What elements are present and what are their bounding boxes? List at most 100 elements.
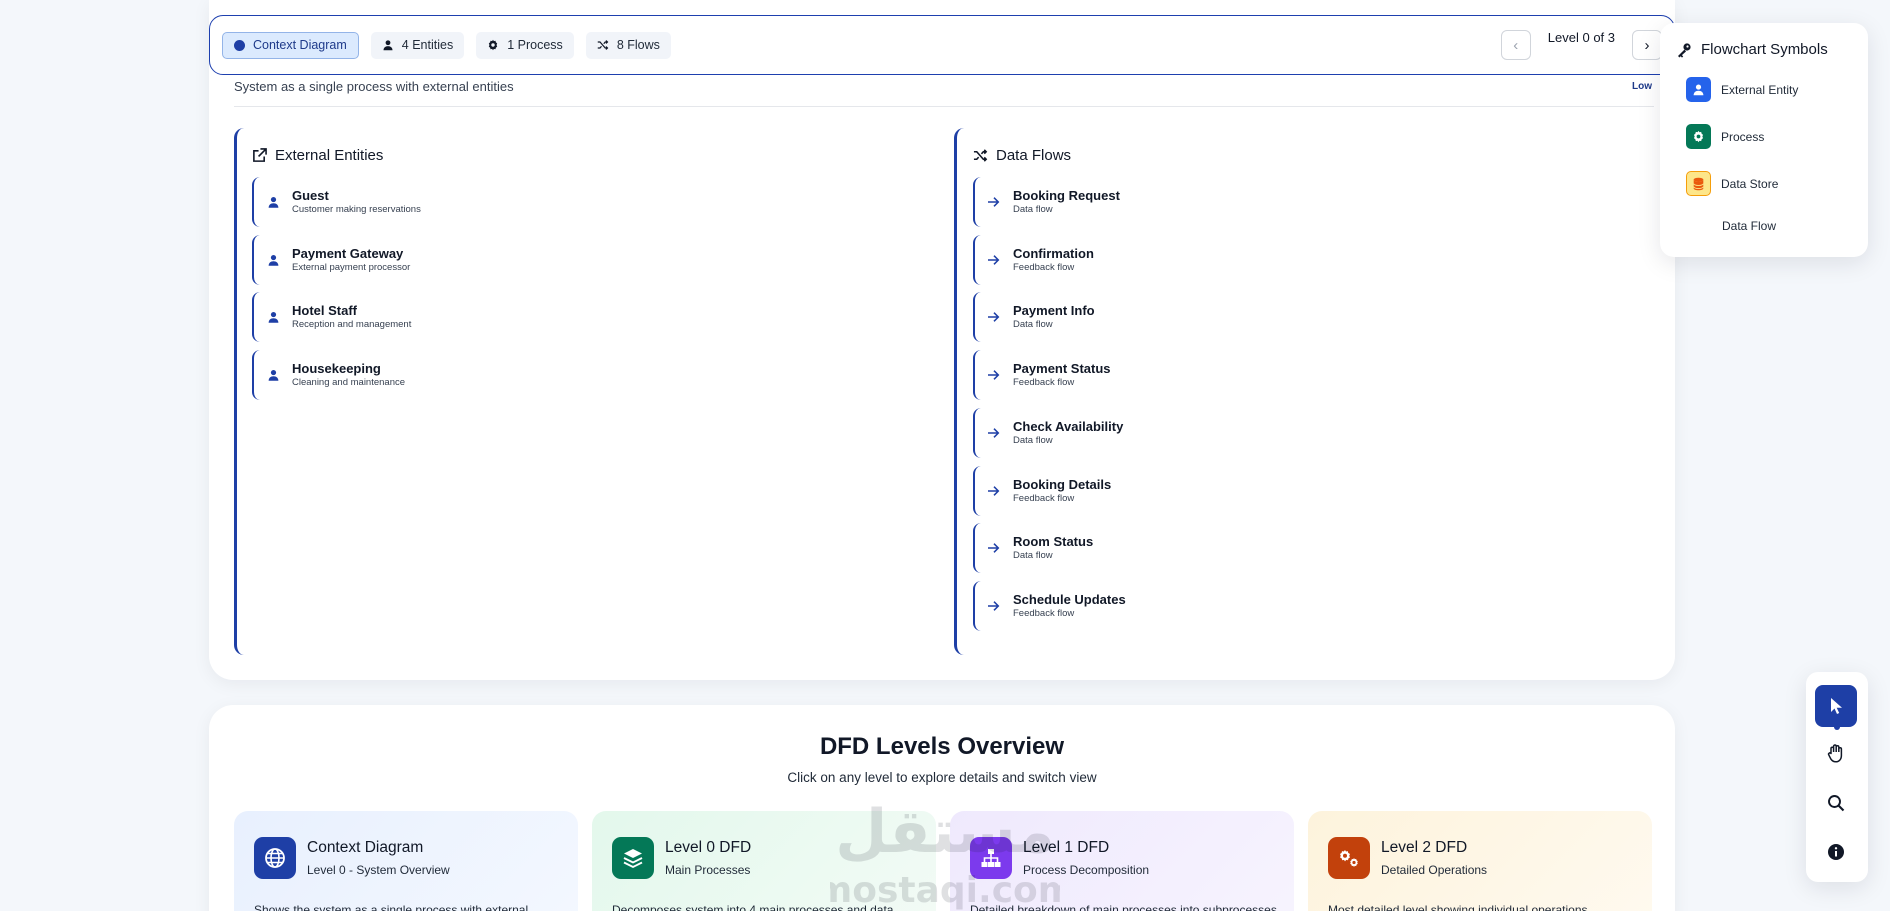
item-title: Hotel Staff [292,303,357,319]
gear-icon [1686,124,1711,149]
gear-icon [489,39,498,51]
entity-item[interactable]: Payment Gateway External payment processo… [252,234,892,285]
item-description: Data flow [1013,204,1053,215]
search-icon [1828,795,1845,812]
diagram-subtitle: System as a single process with external… [234,79,514,94]
level-subtitle: Detailed Operations [1381,863,1488,877]
item-description: Feedback flow [1013,607,1075,619]
entities-count-chip[interactable]: 4 Entities [370,31,465,59]
dot-icon [234,39,245,51]
info-tool-button[interactable] [1815,831,1857,873]
entity-item[interactable]: Housekeeping Cleaning and maintenance [252,350,892,401]
user-icon [266,368,280,382]
item-description: Feedback flow [1013,377,1075,389]
arrow-right-icon [987,310,1001,324]
layers-icon [612,837,654,879]
flow-item[interactable]: Schedule Updates Feedback flow [973,580,1613,631]
database-icon [1686,171,1711,196]
user-icon [266,310,280,324]
flow-item[interactable]: Room Status Data flow [973,523,1613,574]
flow-item[interactable]: Payment Status Feedback flow [973,350,1613,401]
zoom-tool-button[interactable] [1815,782,1857,824]
flow-item[interactable]: Confirmation Feedback flow [973,234,1613,285]
legend-item-data-flow: Data Flow [1722,219,1776,233]
level-name: Level 2 DFD [1381,839,1468,856]
legend-title: Flowchart Symbols [1701,41,1828,58]
item-description: Customer making reservations [292,204,421,215]
previous-level-button[interactable]: ‹ [1500,30,1531,60]
select-tool-button[interactable] [1815,685,1857,727]
legend-heading: Flowchart Symbols [1676,41,1828,58]
legend-label: Data Store [1721,176,1779,191]
active-indicator [1834,724,1840,730]
item-title: Booking Details [1013,476,1112,492]
chevron-right-icon: › [1644,36,1650,54]
arrow-right-icon [987,195,1001,209]
item-description: Data flow [1013,434,1053,446]
flow-item[interactable]: Booking Details Feedback flow [973,465,1613,516]
entity-item[interactable]: Hotel Staff Reception and management [252,292,892,343]
canvas-tools [1806,672,1868,882]
level-description: Shows the system as a single process wit… [254,903,529,911]
mostaql-watermark-logo: مستقل mostaqi.com [830,797,1060,910]
overview-title: DFD Levels Overview [819,733,1065,760]
legend-label: External Entity [1721,82,1799,97]
flow-item[interactable]: Check Availability Data flow [973,407,1613,458]
arrow-right-icon [987,368,1001,382]
flows-count-chip[interactable]: 8 Flows [585,31,671,59]
level-card-level-2[interactable]: Level 2 DFD Detailed Operations Most det… [1308,811,1652,911]
external-link-icon [253,148,267,162]
process-count-chip[interactable]: 1 Process [476,31,574,59]
legend-label: Data Flow [1722,219,1777,233]
svg-text:mostaqi.com: mostaqi.com [830,870,1060,910]
level-indicator: Level 0 of 3 [1547,29,1615,45]
level-card-context-diagram[interactable]: Context Diagram Level 0 - System Overvie… [234,811,578,911]
item-title: Guest [292,188,329,203]
pan-tool-button[interactable] [1815,732,1857,774]
info-icon [1828,844,1844,860]
level-toolbar: Context Diagram 4 Entities 1 Process 8 F… [209,15,1675,75]
overview-subtitle: Click on any level to explore details an… [787,770,1097,785]
item-title: Payment Gateway [292,245,404,261]
chip-label: Context Diagram [253,38,347,52]
item-description: Feedback flow [1013,261,1075,273]
user-icon [266,195,280,209]
item-description: Data flow [1013,319,1053,331]
user-icon [1686,77,1711,102]
item-title: Confirmation [1013,245,1094,261]
flow-item[interactable]: Booking Request Data flow [973,177,1613,227]
item-description: Reception and management [292,319,412,331]
legend-item-process: Process [1686,124,1764,149]
divider [234,106,1654,107]
flows-heading: Data Flows [973,147,1071,164]
key-icon [1678,42,1691,58]
legend-label: Process [1721,129,1765,144]
arrow-right-icon [987,253,1001,267]
item-description: External payment processor [292,261,411,273]
entity-item[interactable]: Guest Customer making reservations [252,177,892,227]
flow-item[interactable]: Payment Info Data flow [973,292,1613,343]
level-subtitle: Main Processes [665,863,751,877]
level-subtitle: Level 0 - System Overview [307,863,450,877]
legend-item-data-store: Data Store [1686,171,1778,196]
item-description: Cleaning and maintenance [292,377,406,389]
arrow-right-icon [987,426,1001,440]
entities-title: External Entities [275,147,384,164]
item-title: Payment Status [1013,361,1111,377]
arrow-right-icon [987,599,1001,613]
flowchart-symbols-legend: Flowchart Symbols External Entity Proces… [1660,23,1868,257]
item-title: Schedule Updates [1013,591,1126,607]
hand-icon [1827,744,1843,763]
context-diagram-tab[interactable]: Context Diagram [222,31,359,59]
arrow-right-icon [987,541,1001,555]
globe-icon [254,837,296,879]
item-description: Data flow [1013,550,1053,562]
entities-heading: External Entities [252,147,383,164]
item-title: Room Status [1013,534,1094,550]
item-title: Housekeeping [292,361,381,377]
chip-label: 4 Entities [401,38,454,52]
next-level-button[interactable]: › [1632,30,1662,60]
level-name: Context Diagram [307,839,424,856]
chevron-left-icon: ‹ [1513,36,1519,54]
shuffle-icon [973,149,988,162]
